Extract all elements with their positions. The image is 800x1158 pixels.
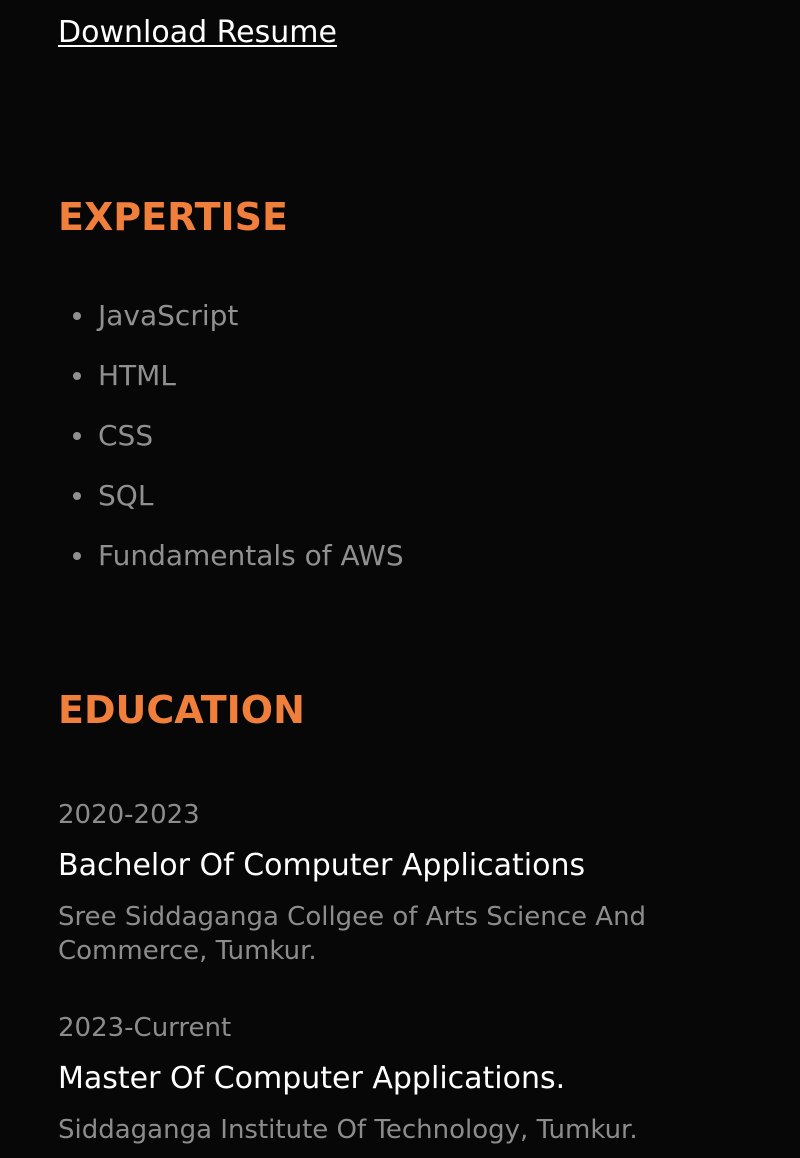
- education-entry: 2020-2023 Bachelor Of Computer Applicati…: [58, 798, 758, 968]
- skill-label: SQL: [98, 479, 154, 512]
- education-heading: EDUCATION: [58, 688, 305, 732]
- skill-item: JavaScript: [58, 296, 404, 356]
- education-school: Sree Siddaganga Collgee of Arts Science …: [58, 902, 647, 966]
- bullet-icon: [73, 312, 81, 320]
- education-degree: Bachelor Of Computer Applications: [58, 848, 586, 883]
- skill-item: CSS: [58, 416, 404, 476]
- skill-label: JavaScript: [98, 299, 239, 332]
- education-entry: 2023-Current Master Of Computer Applicat…: [58, 1011, 758, 1147]
- bullet-icon: [73, 372, 81, 380]
- skill-label: Fundamentals of AWS: [98, 539, 404, 572]
- expertise-heading: EXPERTISE: [58, 195, 289, 239]
- skills-list: JavaScript HTML CSS SQL Fundamentals of …: [58, 296, 404, 596]
- bullet-icon: [73, 552, 81, 560]
- education-degree: Master Of Computer Applications.: [58, 1061, 566, 1096]
- education-school: Siddaganga Institute Of Technology, Tumk…: [58, 1115, 638, 1145]
- bullet-icon: [73, 432, 81, 440]
- skill-item: HTML: [58, 356, 404, 416]
- skill-item: SQL: [58, 476, 404, 536]
- education-years: 2020-2023: [58, 800, 200, 830]
- skill-label: CSS: [98, 419, 154, 452]
- skill-item: Fundamentals of AWS: [58, 536, 404, 596]
- education-years: 2023-Current: [58, 1013, 232, 1043]
- bullet-icon: [73, 492, 81, 500]
- skill-label: HTML: [98, 359, 176, 392]
- download-resume-link[interactable]: Download Resume: [58, 14, 337, 52]
